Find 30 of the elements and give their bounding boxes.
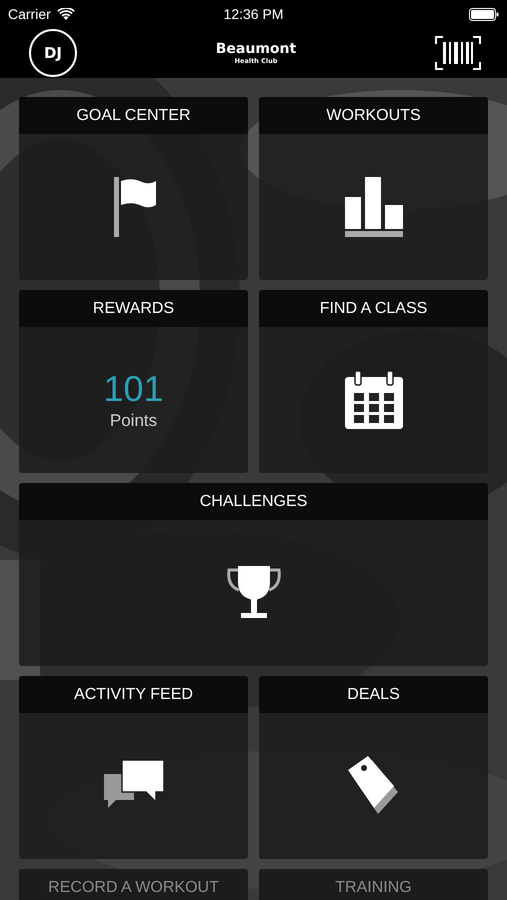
profile-avatar-button[interactable]: DJ bbox=[29, 29, 77, 77]
flag-icon bbox=[112, 177, 156, 237]
wifi-icon bbox=[56, 8, 75, 20]
tile-title: GOAL CENTER bbox=[76, 106, 191, 124]
dashboard-tile[interactable]: FIND A CLASS bbox=[259, 290, 488, 473]
tile-title: FIND A CLASS bbox=[320, 300, 428, 318]
tile-title: RECORD A WORKOUT bbox=[48, 878, 219, 896]
tile-title: REWARDS bbox=[92, 300, 174, 318]
dashboard-tile[interactable]: RECORD A WORKOUT bbox=[19, 869, 248, 900]
tile-title: TRAINING bbox=[335, 878, 412, 896]
bar-chart-icon bbox=[344, 177, 402, 237]
points-label: Points bbox=[110, 410, 158, 431]
barcode-scan-icon[interactable] bbox=[434, 36, 481, 70]
tile-title: ACTIVITY FEED bbox=[74, 686, 193, 704]
dashboard-tile[interactable]: GOAL CENTER bbox=[19, 97, 248, 280]
status-time: 12:36 PM bbox=[224, 6, 284, 22]
dashboard-tile[interactable]: WORKOUTS bbox=[259, 97, 488, 280]
points-value: 101 bbox=[103, 369, 164, 409]
calendar-icon bbox=[344, 371, 402, 429]
dashboard-tile[interactable]: CHALLENGES bbox=[19, 483, 488, 666]
dashboard-tile[interactable]: DEALS bbox=[259, 676, 488, 859]
carrier-label: Carrier bbox=[8, 6, 51, 22]
dashboard-tile[interactable]: ACTIVITY FEED bbox=[19, 676, 248, 859]
battery-icon bbox=[469, 8, 499, 20]
dashboard-tile[interactable]: REWARDS 101 Points bbox=[19, 290, 248, 473]
tile-title: DEALS bbox=[347, 686, 400, 704]
tile-title: CHALLENGES bbox=[200, 492, 308, 510]
dashboard-tile[interactable]: TRAINING bbox=[259, 869, 488, 900]
club-name: Beaumont bbox=[216, 41, 296, 57]
tile-title: WORKOUTS bbox=[326, 106, 421, 124]
